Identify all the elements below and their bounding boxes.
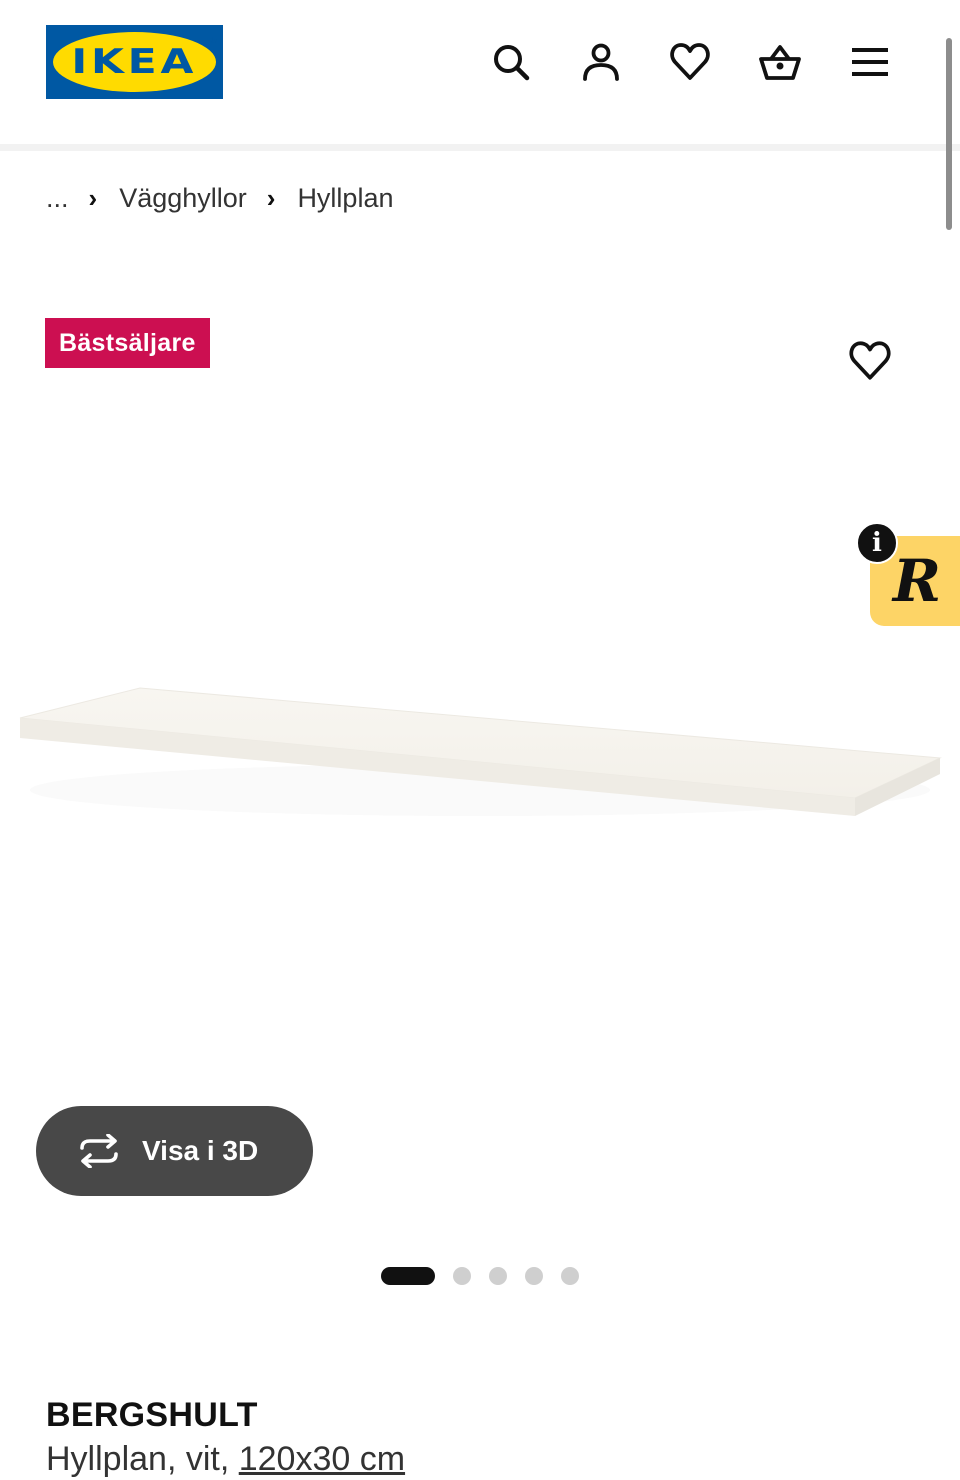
favorite-heart-icon[interactable] (847, 338, 893, 384)
rotate-3d-icon (80, 1134, 118, 1168)
menu-icon[interactable] (848, 40, 892, 84)
ikea-logo[interactable]: IKEA ® (46, 25, 223, 99)
registered-mark: ® (210, 35, 217, 45)
view-3d-button[interactable]: Visa i 3D (36, 1106, 313, 1196)
product-size-link[interactable]: 120x30 cm (239, 1440, 405, 1478)
r-logo: R (892, 547, 942, 615)
breadcrumb-ellipsis[interactable]: ... (46, 183, 69, 214)
info-icon[interactable]: i (856, 522, 898, 564)
carousel-dot[interactable] (561, 1267, 579, 1285)
breadcrumb-item-vagghyllor[interactable]: Vägghyllor (119, 183, 247, 214)
product-image[interactable] (0, 660, 960, 840)
shelf-illustration (19, 687, 942, 816)
heart-icon[interactable] (668, 40, 712, 84)
breadcrumb-separator: › (266, 182, 276, 213)
search-icon[interactable] (489, 40, 533, 84)
product-description: Hyllplan, vit, 120x30 cm (46, 1440, 405, 1479)
site-header: IKEA ® (0, 0, 960, 144)
user-icon[interactable] (579, 40, 623, 84)
breadcrumb-item-hyllplan[interactable]: Hyllplan (297, 183, 393, 214)
carousel-dot[interactable] (489, 1267, 507, 1285)
logo-oval: IKEA (53, 32, 216, 92)
product-name: BERGSHULT (46, 1396, 258, 1434)
breadcrumb-separator: › (88, 182, 98, 213)
basket-icon[interactable] (758, 40, 802, 84)
scrollbar[interactable] (946, 38, 952, 230)
bestseller-badge: Bästsäljare (45, 318, 210, 368)
carousel-pagination (381, 1267, 597, 1285)
breadcrumb: ... › Vägghyllor › Hyllplan (46, 180, 393, 216)
header-divider (0, 144, 960, 151)
carousel-dot[interactable] (525, 1267, 543, 1285)
carousel-dot[interactable] (453, 1267, 471, 1285)
product-description-text: Hyllplan, vit, (46, 1440, 239, 1478)
carousel-dot[interactable] (381, 1267, 435, 1285)
logo-text: IKEA (71, 42, 198, 82)
view-3d-label: Visa i 3D (142, 1135, 259, 1166)
